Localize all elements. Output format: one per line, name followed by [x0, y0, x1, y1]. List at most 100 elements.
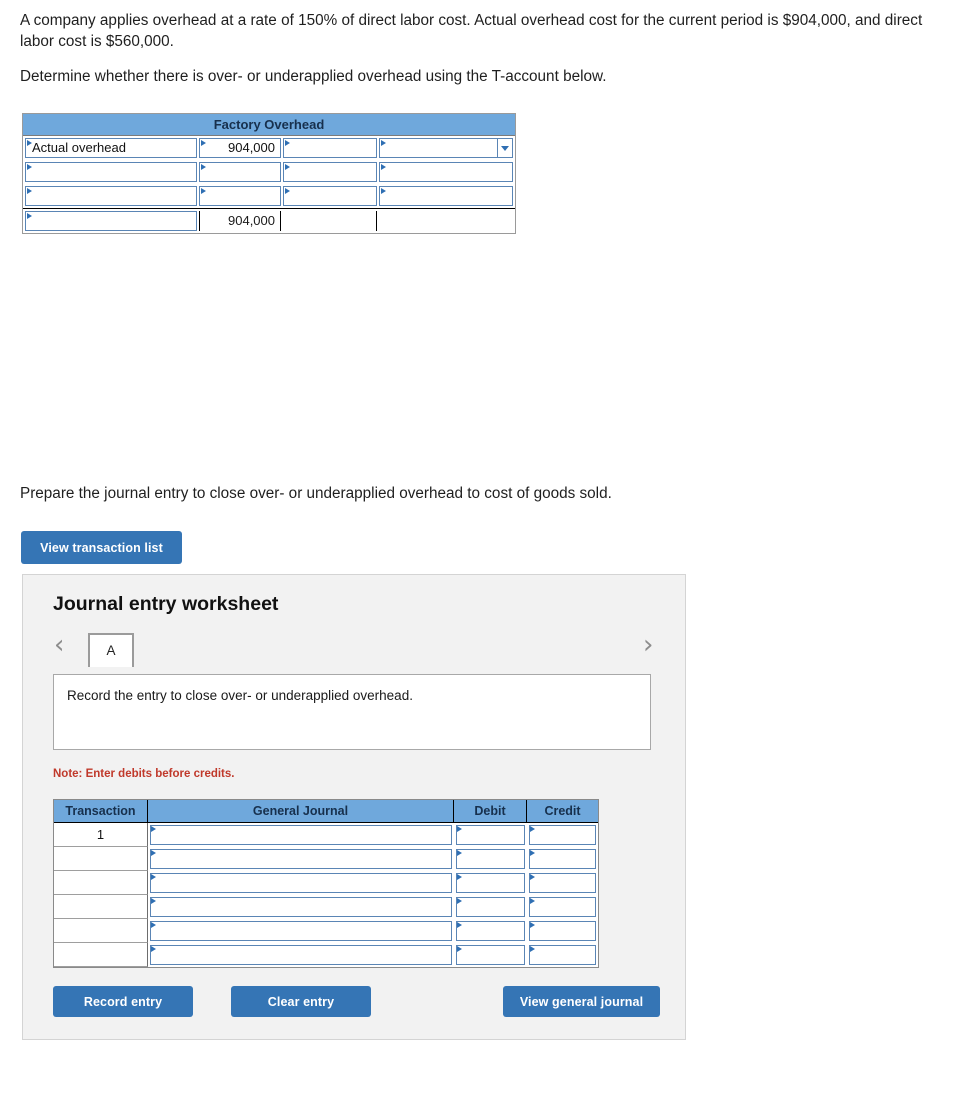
- worksheet-page: A company applies overhead at a rate of …: [0, 0, 970, 1100]
- debits-before-credits-note: Note: Enter debits before credits.: [53, 768, 235, 780]
- cell-marker-icon: [457, 826, 462, 832]
- cell-marker-icon: [201, 188, 206, 194]
- table-row: [54, 847, 598, 871]
- general-journal-input-0[interactable]: [148, 823, 454, 847]
- t-account-total-right-label: [283, 211, 377, 231]
- cell-marker-icon: [151, 922, 156, 928]
- question-paragraph-3: Prepare the journal entry to close over-…: [20, 485, 612, 502]
- table-row: 1: [54, 823, 598, 847]
- credit-input-0[interactable]: [527, 823, 598, 847]
- cell-marker-icon: [151, 898, 156, 904]
- t-account-left-label-input-0[interactable]: Actual overhead: [25, 138, 197, 158]
- cell-marker-icon: [27, 213, 32, 219]
- transaction-number-0: 1: [54, 823, 148, 847]
- cell-marker-icon: [285, 188, 290, 194]
- view-general-journal-button[interactable]: View general journal: [503, 986, 660, 1017]
- cell-marker-icon: [151, 850, 156, 856]
- debit-input-5[interactable]: [454, 943, 527, 967]
- column-header-debit: Debit: [454, 800, 527, 822]
- column-header-transaction: Transaction: [54, 800, 148, 822]
- previous-entry-chevron-left-icon[interactable]: ‹: [54, 632, 64, 658]
- cell-marker-icon: [285, 140, 290, 146]
- cell-marker-icon: [201, 140, 206, 146]
- table-row: [54, 943, 598, 967]
- t-account-debit-value-0: 904,000: [228, 140, 275, 155]
- cell-marker-icon: [457, 850, 462, 856]
- t-account-total-left-input[interactable]: [25, 211, 197, 231]
- worksheet-title: Journal entry worksheet: [53, 593, 279, 615]
- credit-input-2[interactable]: [527, 871, 598, 895]
- t-account-total-row: 904,000: [23, 209, 515, 233]
- cell-marker-icon: [457, 922, 462, 928]
- t-account-left-label-0: Actual overhead: [32, 140, 126, 155]
- t-account-row: [23, 184, 515, 209]
- record-entry-button[interactable]: Record entry: [53, 986, 193, 1017]
- debit-input-4[interactable]: [454, 919, 527, 943]
- cell-marker-icon: [285, 164, 290, 170]
- general-journal-input-3[interactable]: [148, 895, 454, 919]
- debit-input-3[interactable]: [454, 895, 527, 919]
- cell-marker-icon: [457, 898, 462, 904]
- cell-marker-icon: [457, 946, 462, 952]
- general-journal-input-4[interactable]: [148, 919, 454, 943]
- t-account-credit-input-2[interactable]: [379, 186, 513, 206]
- t-account-row: Actual overhead 904,000: [23, 136, 515, 160]
- credit-input-1[interactable]: [527, 847, 598, 871]
- t-account-total-debit: 904,000: [199, 211, 281, 231]
- t-account-debit-input-1[interactable]: [199, 162, 281, 182]
- t-account-debit-input-2[interactable]: [199, 186, 281, 206]
- cell-marker-icon: [381, 140, 386, 146]
- clear-entry-button[interactable]: Clear entry: [231, 986, 371, 1017]
- cell-marker-icon: [151, 874, 156, 880]
- general-journal-input-1[interactable]: [148, 847, 454, 871]
- transaction-number-2: [54, 871, 148, 895]
- cell-marker-icon: [381, 164, 386, 170]
- t-account-total-credit: [379, 211, 513, 231]
- cell-marker-icon: [151, 826, 156, 832]
- journal-entry-worksheet-panel: Journal entry worksheet ‹ › A Record the…: [22, 574, 686, 1040]
- t-account-dropdown-button[interactable]: [497, 138, 513, 158]
- tab-entry-a[interactable]: A: [88, 633, 134, 667]
- cell-marker-icon: [27, 140, 32, 146]
- cell-marker-icon: [457, 874, 462, 880]
- view-transaction-list-button[interactable]: View transaction list: [21, 531, 182, 564]
- table-row: [54, 895, 598, 919]
- cell-marker-icon: [27, 164, 32, 170]
- t-account-right-label-input-2[interactable]: [283, 186, 377, 206]
- credit-input-3[interactable]: [527, 895, 598, 919]
- transaction-number-1: [54, 847, 148, 871]
- t-account-credit-input-0[interactable]: [379, 138, 513, 158]
- cell-marker-icon: [151, 946, 156, 952]
- cell-marker-icon: [27, 188, 32, 194]
- cell-marker-icon: [530, 898, 535, 904]
- debit-input-1[interactable]: [454, 847, 527, 871]
- t-account-left-label-input-1[interactable]: [25, 162, 197, 182]
- table-row: [54, 919, 598, 943]
- transaction-number-4: [54, 919, 148, 943]
- next-entry-chevron-right-icon[interactable]: ›: [643, 632, 653, 658]
- table-row: [54, 871, 598, 895]
- factory-overhead-t-account: Factory Overhead Actual overhead 904,000: [22, 113, 516, 234]
- cell-marker-icon: [530, 874, 535, 880]
- t-account-row: [23, 160, 515, 184]
- question-paragraph-1: A company applies overhead at a rate of …: [20, 12, 923, 50]
- t-account-right-label-input-0[interactable]: [283, 138, 377, 158]
- chevron-down-icon: [501, 146, 509, 151]
- t-account-credit-input-1[interactable]: [379, 162, 513, 182]
- instruction-box: Record the entry to close over- or under…: [53, 674, 651, 750]
- general-journal-input-5[interactable]: [148, 943, 454, 967]
- general-journal-input-2[interactable]: [148, 871, 454, 895]
- t-account-left-label-input-2[interactable]: [25, 186, 197, 206]
- debit-input-2[interactable]: [454, 871, 527, 895]
- credit-input-4[interactable]: [527, 919, 598, 943]
- cell-marker-icon: [381, 188, 386, 194]
- credit-input-5[interactable]: [527, 943, 598, 967]
- t-account-debit-input-0[interactable]: 904,000: [199, 138, 281, 158]
- journal-entry-table: Transaction General Journal Debit Credit…: [53, 799, 599, 968]
- column-header-general-journal: General Journal: [148, 800, 454, 822]
- question-paragraph-2: Determine whether there is over- or unde…: [20, 68, 607, 85]
- journal-table-header: Transaction General Journal Debit Credit: [54, 800, 598, 823]
- t-account-right-label-input-1[interactable]: [283, 162, 377, 182]
- debit-input-0[interactable]: [454, 823, 527, 847]
- cell-marker-icon: [530, 850, 535, 856]
